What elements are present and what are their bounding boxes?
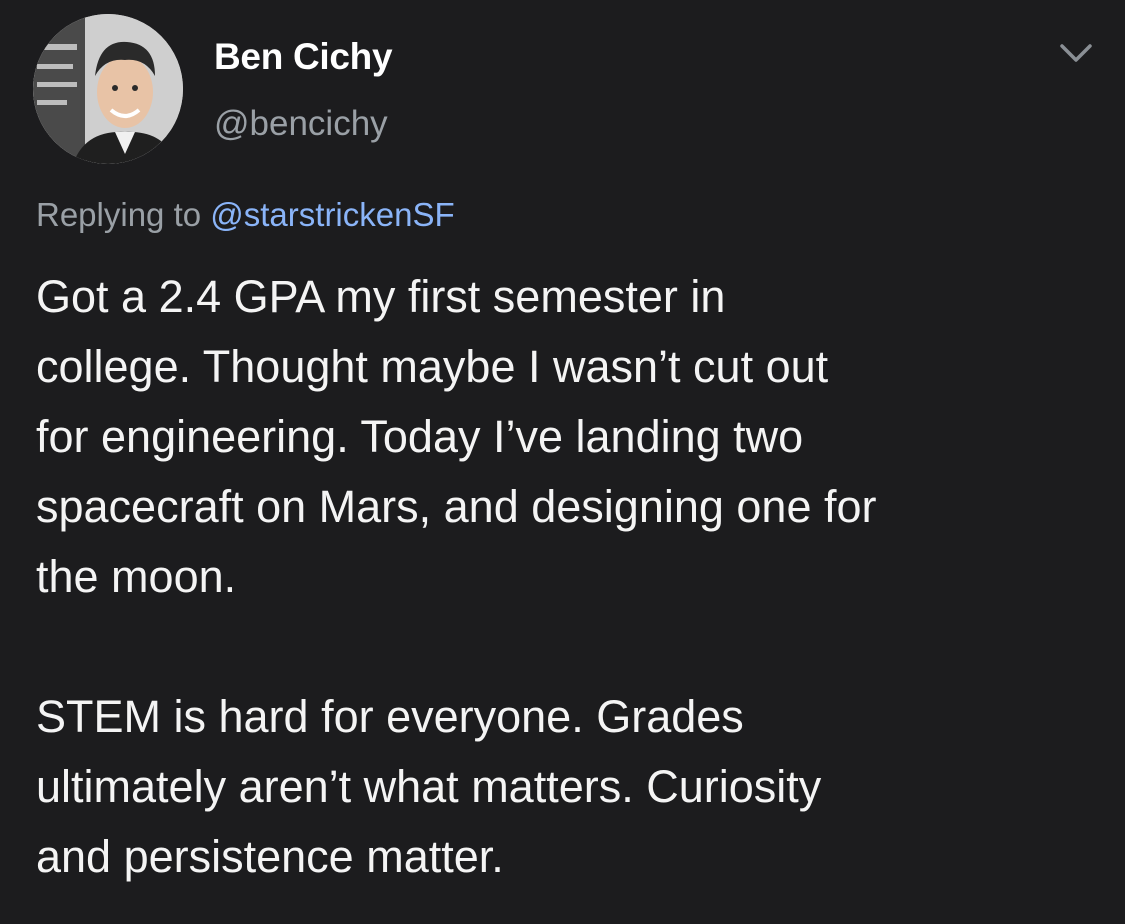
tweet-line: for engineering. Today I’ve landing two — [36, 411, 804, 462]
reply-context: Replying to @starstrickenSF — [36, 196, 455, 234]
tweet-line: Got a 2.4 GPA my first semester in — [36, 271, 726, 322]
display-name[interactable]: Ben Cichy — [214, 36, 393, 78]
avatar[interactable] — [33, 14, 183, 164]
avatar-photo — [33, 14, 183, 164]
reply-mention-link[interactable]: @starstrickenSF — [210, 196, 454, 233]
tweet-line: spacecraft on Mars, and designing one fo… — [36, 481, 877, 532]
user-handle[interactable]: @bencichy — [214, 104, 388, 144]
tweet-card: Ben Cichy @bencichy Replying to @starstr… — [0, 0, 1125, 924]
tweet-line: and persistence matter. — [36, 831, 504, 882]
tweet-line: STEM is hard for everyone. Grades — [36, 691, 744, 742]
tweet-paragraph-1: Got a 2.4 GPA my first semester in colle… — [36, 262, 1111, 612]
tweet-line: ultimately aren’t what matters. Curiosit… — [36, 761, 822, 812]
tweet-line: the moon. — [36, 551, 237, 602]
reply-prefix: Replying to — [36, 196, 211, 233]
tweet-paragraph-2: STEM is hard for everyone. Grades ultima… — [36, 682, 1111, 892]
chevron-down-icon[interactable] — [1056, 38, 1096, 68]
tweet-line: college. Thought maybe I wasn’t cut out — [36, 341, 829, 392]
tweet-text: Got a 2.4 GPA my first semester in colle… — [36, 262, 1111, 892]
